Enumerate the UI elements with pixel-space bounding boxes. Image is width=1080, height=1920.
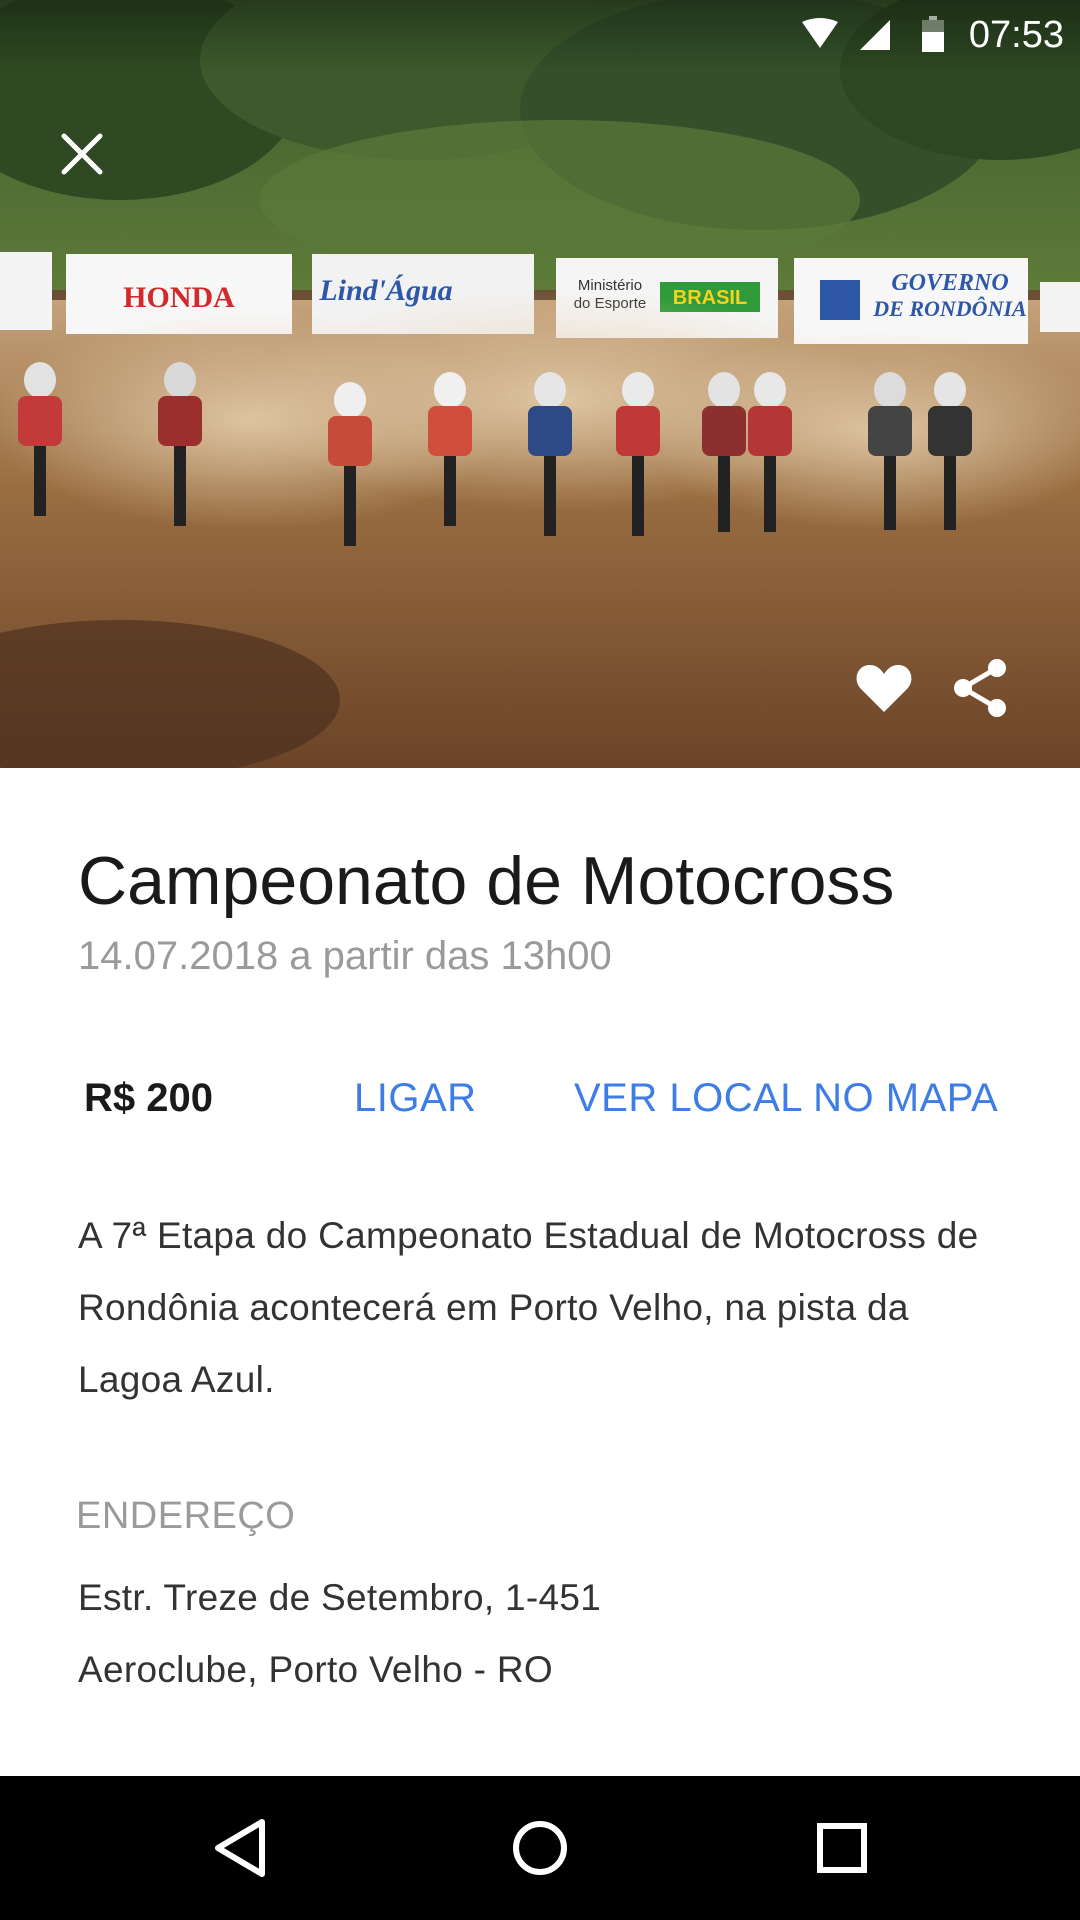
address-heading: ENDEREÇO	[76, 1495, 296, 1537]
cell-signal-icon	[858, 18, 892, 57]
status-time: 07:53	[968, 14, 1064, 56]
event-title: Campeonato de Motocross	[78, 843, 895, 919]
favorite-button[interactable]	[846, 650, 922, 726]
home-button[interactable]	[500, 1808, 580, 1888]
address-line-1: Estr. Treze de Setembro, 1-451	[78, 1577, 602, 1618]
call-button[interactable]: LIGAR	[354, 1068, 477, 1128]
event-details: Campeonato de Motocross 14.07.2018 a par…	[0, 768, 1080, 1776]
close-button[interactable]	[44, 116, 120, 192]
price-label: R$ 200	[84, 1076, 213, 1120]
svg-text:GOVERNO: GOVERNO	[891, 270, 1008, 296]
event-description: A 7ª Etapa do Campeonato Estadual de Mot…	[78, 1215, 979, 1400]
address-block: Estr. Treze de Setembro, 1-451 Aeroclube…	[78, 1562, 1018, 1706]
share-icon	[954, 659, 1006, 717]
action-row: R$ 200 LIGAR VER LOCAL NO MAPA	[0, 1068, 1080, 1128]
address-line-2: Aeroclube, Porto Velho - RO	[78, 1649, 553, 1690]
back-icon	[215, 1819, 265, 1877]
event-date-time: 14.07.2018 a partir das 13h00	[78, 934, 612, 978]
close-icon	[61, 133, 103, 175]
share-button[interactable]	[942, 650, 1018, 726]
wifi-icon	[800, 18, 840, 55]
hero-image: HONDA Lind'Água Ministério do Esporte BR…	[0, 0, 1080, 768]
system-nav-bar	[0, 1776, 1080, 1920]
svg-text:DE RONDÔNIA: DE RONDÔNIA	[872, 296, 1026, 321]
recents-button[interactable]	[802, 1808, 882, 1888]
view-map-button[interactable]: VER LOCAL NO MAPA	[574, 1068, 998, 1128]
heart-icon	[856, 664, 912, 712]
status-bar: 07:53	[0, 0, 1080, 72]
battery-icon	[920, 16, 946, 59]
home-icon	[513, 1821, 567, 1875]
recents-icon	[817, 1823, 867, 1873]
svg-text:HONDA: HONDA	[123, 281, 235, 314]
back-button[interactable]	[200, 1808, 280, 1888]
